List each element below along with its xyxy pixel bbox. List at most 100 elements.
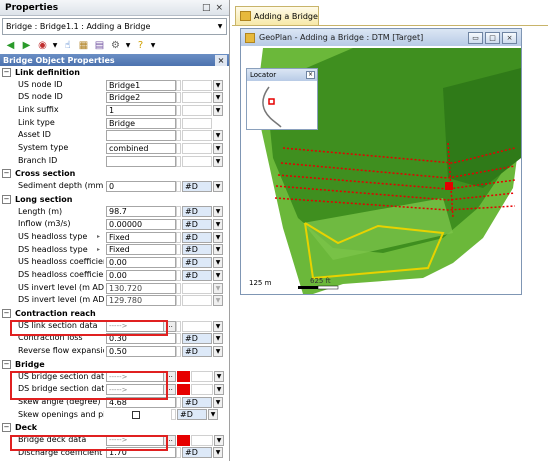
paste-icon[interactable]: ▤ (93, 39, 106, 53)
chevron-down-icon[interactable]: ▼ (213, 244, 223, 256)
chevron-down-icon[interactable]: ▼ (213, 92, 223, 104)
unit-flag[interactable]: #D (177, 409, 207, 421)
chevron-down-icon[interactable]: ▼ (125, 39, 131, 53)
expand-icon[interactable]: ▸ (97, 246, 100, 253)
ds-bridge-section-data-field[interactable]: -----> ... (106, 384, 176, 396)
unit-flag[interactable]: #D (182, 219, 212, 231)
ds-node-field[interactable]: Bridge2 (106, 92, 176, 104)
length-field[interactable]: 98.7 (106, 206, 176, 218)
collapse-icon[interactable]: − (2, 423, 11, 433)
unit-flag[interactable]: #D (182, 333, 212, 345)
close-icon[interactable]: × (502, 31, 517, 44)
chevron-down-icon[interactable]: ▼ (214, 371, 224, 383)
us-headloss-type-field[interactable]: Fixed (106, 231, 176, 243)
reverse-flow-expansion-field[interactable]: 0.50 (106, 345, 176, 357)
geoplan-title-bar[interactable]: GeoPlan - Adding a Bridge : DTM [Target]… (241, 29, 521, 46)
chevron-down-icon[interactable]: ▼ (213, 130, 223, 142)
sediment-depth-field[interactable]: 0 (106, 181, 176, 193)
unit-flag[interactable]: #D (182, 181, 212, 193)
locator-map[interactable] (247, 81, 317, 129)
unit-flag[interactable]: #D (182, 447, 212, 459)
unit-flag[interactable]: #D (182, 231, 212, 243)
inflow-field[interactable]: 0.00000 (106, 219, 176, 231)
unit-flag[interactable]: #D (182, 244, 212, 256)
branch-id-field[interactable] (106, 155, 176, 167)
unit-flag[interactable]: #D (182, 257, 212, 269)
chevron-down-icon[interactable]: ▼ (213, 155, 223, 167)
chevron-down-icon[interactable]: ▼ (213, 257, 223, 269)
collapse-icon[interactable]: − (2, 67, 11, 77)
unit-flag[interactable]: #D (182, 206, 212, 218)
grid-icon[interactable]: ▦ (77, 39, 90, 53)
target-icon[interactable]: ◉ (36, 39, 49, 53)
chevron-down-icon[interactable]: ▼ (213, 104, 223, 116)
chevron-down-icon[interactable]: ▼ (213, 219, 223, 231)
float-icon[interactable]: □ (202, 3, 211, 13)
ellipsis-button[interactable]: ... (163, 385, 175, 395)
chevron-down-icon[interactable]: ▼ (214, 434, 224, 446)
collapse-icon[interactable]: − (2, 194, 11, 204)
unit-flag[interactable]: #D (182, 345, 212, 357)
restore-icon[interactable]: ▭ (468, 31, 483, 44)
chevron-down-icon[interactable]: ▼ (213, 333, 223, 345)
locator-viewport[interactable] (268, 98, 275, 105)
unit-flag[interactable]: #D (182, 269, 212, 281)
locator-window[interactable]: Locator × (246, 68, 318, 130)
chevron-down-icon[interactable]: ▼ (52, 39, 58, 53)
unit-flag[interactable]: #D (182, 396, 212, 408)
chevron-down-icon[interactable]: ▼ (213, 320, 223, 332)
object-selector[interactable]: Bridge : Bridge1.1 : Adding a Bridge ▼ (2, 18, 227, 35)
us-headloss-coefficient-field[interactable]: 0.00 (106, 257, 176, 269)
chevron-down-icon[interactable]: ▼ (213, 447, 223, 459)
link-type-field[interactable]: Bridge (106, 117, 176, 129)
collapse-icon[interactable]: − (2, 359, 11, 369)
skew-angle-field[interactable]: 4.68 (106, 396, 176, 408)
link-suffix-field[interactable]: 1 (106, 104, 176, 116)
chevron-down-icon[interactable]: ▼ (213, 142, 223, 154)
collapse-icon[interactable]: − (2, 169, 11, 179)
discharge-coefficient-field[interactable]: 1.70 (106, 447, 176, 459)
ellipsis-button[interactable]: ... (163, 372, 175, 382)
bridge-marker[interactable] (445, 182, 453, 190)
skew-openings-checkbox[interactable] (132, 410, 140, 419)
hand-icon[interactable]: ☝ (61, 39, 74, 53)
ds-headloss-type-field[interactable]: Fixed (106, 244, 176, 256)
section-contraction-reach[interactable]: − Contraction reach (0, 307, 229, 320)
geoplan-window[interactable]: GeoPlan - Adding a Bridge : DTM [Target]… (240, 28, 522, 295)
close-icon[interactable]: × (215, 55, 227, 66)
tab-adding-a-bridge[interactable]: Adding a Bridge (235, 6, 319, 25)
ds-headloss-coefficient-field[interactable]: 0.00 (106, 269, 176, 281)
us-bridge-section-data-field[interactable]: -----> ... (106, 371, 176, 383)
chevron-down-icon[interactable]: ▼ (208, 409, 218, 421)
asset-id-field[interactable] (106, 130, 176, 142)
forward-icon[interactable]: ▶ (20, 39, 33, 53)
section-deck[interactable]: − Deck (0, 421, 229, 434)
chevron-down-icon[interactable]: ▼ (150, 39, 156, 53)
close-icon[interactable]: × (306, 71, 315, 79)
chevron-down-icon[interactable]: ▼ (214, 23, 226, 30)
close-icon[interactable]: × (215, 3, 223, 13)
bridge-deck-data-field[interactable]: -----> ... (106, 434, 176, 446)
chevron-down-icon[interactable]: ▼ (213, 269, 223, 281)
chevron-down-icon[interactable]: ▼ (214, 384, 224, 396)
ellipsis-button[interactable]: ... (163, 321, 175, 331)
section-bridge[interactable]: − Bridge (0, 357, 229, 371)
system-type-field[interactable]: combined (106, 142, 176, 154)
chevron-down-icon[interactable]: ▼ (213, 79, 223, 91)
locator-title-bar[interactable]: Locator × (247, 69, 317, 81)
section-long-section[interactable]: − Long section (0, 192, 229, 206)
section-link-definition[interactable]: − Link definition (0, 66, 229, 79)
us-link-section-data-field[interactable]: -----> ... (106, 320, 176, 332)
chevron-down-icon[interactable]: ▼ (213, 396, 223, 408)
section-cross-section[interactable]: − Cross section (0, 167, 229, 181)
settings-icon[interactable]: ⚙ (109, 39, 122, 53)
back-icon[interactable]: ◀ (4, 39, 17, 53)
maximize-icon[interactable]: □ (485, 31, 500, 44)
expand-icon[interactable]: ▸ (97, 233, 100, 240)
contraction-loss-field[interactable]: 0.30 (106, 333, 176, 345)
collapse-icon[interactable]: − (2, 308, 11, 318)
us-node-field[interactable]: Bridge1 (106, 79, 176, 91)
chevron-down-icon[interactable]: ▼ (213, 181, 223, 193)
help-icon[interactable]: ? (134, 39, 147, 53)
chevron-down-icon[interactable]: ▼ (213, 345, 223, 357)
